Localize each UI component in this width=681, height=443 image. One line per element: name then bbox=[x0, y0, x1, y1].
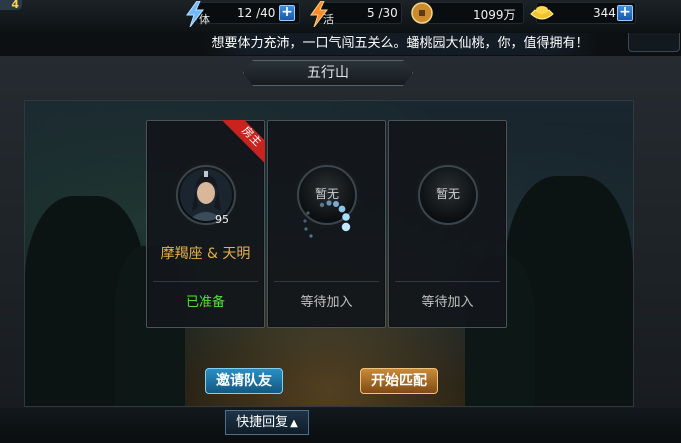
team-slot-host: 房主 95 摩羯座 & 天明 已准备 bbox=[146, 120, 265, 328]
host-tag: 房主 bbox=[239, 123, 265, 149]
ingot-counter: 344 + bbox=[530, 2, 636, 24]
vitality-counter: 活 5 /30 bbox=[310, 1, 402, 27]
menu-toggle-button[interactable] bbox=[628, 33, 680, 52]
vitality-value: 5 /30 bbox=[367, 6, 398, 20]
start-matching-button[interactable]: 开始匹配 bbox=[360, 368, 438, 394]
resource-bar: 4 体 12 /40 + 活 5 /30 1099万 344 + bbox=[0, 0, 681, 32]
stamina-label: 体 bbox=[199, 13, 210, 26]
player-name: 摩羯座 & 天明 bbox=[160, 246, 251, 262]
waiting-status: 等待加入 bbox=[300, 295, 353, 310]
waiting-status: 等待加入 bbox=[421, 295, 474, 310]
coin-counter: 1099万 bbox=[411, 2, 524, 24]
vitality-label: 活 bbox=[323, 13, 334, 26]
empty-avatar: 暂无 bbox=[418, 165, 478, 225]
host-ribbon: 房主 bbox=[219, 120, 265, 166]
quick-recover-label: 快捷回复 bbox=[236, 415, 289, 430]
empty-slot-label: 暂无 bbox=[435, 187, 460, 201]
coin-value: 1099万 bbox=[473, 8, 516, 22]
team-slot-2[interactable]: 暂无 等待加入 bbox=[267, 120, 386, 328]
coin-icon bbox=[411, 2, 433, 24]
announcement-ticker: 想要体力充沛，一口气闯五关么。蟠桃园大仙桃，你，值得拥有！ bbox=[200, 33, 600, 55]
stamina-value: 12 /40 bbox=[237, 6, 276, 20]
loading-spinner-icon bbox=[303, 200, 351, 238]
ingot-value: 344 bbox=[593, 6, 616, 20]
invite-friends-button[interactable]: 邀请队友 bbox=[205, 368, 283, 394]
stamina-counter: 体 12 /40 + bbox=[186, 1, 300, 27]
arrow-up-icon: ▲ bbox=[290, 418, 298, 429]
ready-status: 已准备 bbox=[185, 295, 225, 310]
quick-recover-button[interactable]: 快捷回复 ▲ bbox=[225, 410, 309, 435]
player-level-tag: 4 bbox=[0, 0, 22, 10]
bottom-bar bbox=[0, 408, 681, 443]
level-badge: 95 bbox=[215, 213, 229, 226]
add-stamina-button[interactable]: + bbox=[279, 5, 295, 21]
team-slot-3[interactable]: 暂无 等待加入 bbox=[388, 120, 507, 328]
dungeon-title: 五行山 bbox=[243, 60, 413, 86]
add-ingot-button[interactable]: + bbox=[617, 5, 633, 21]
gold-ingot-icon bbox=[530, 6, 554, 20]
